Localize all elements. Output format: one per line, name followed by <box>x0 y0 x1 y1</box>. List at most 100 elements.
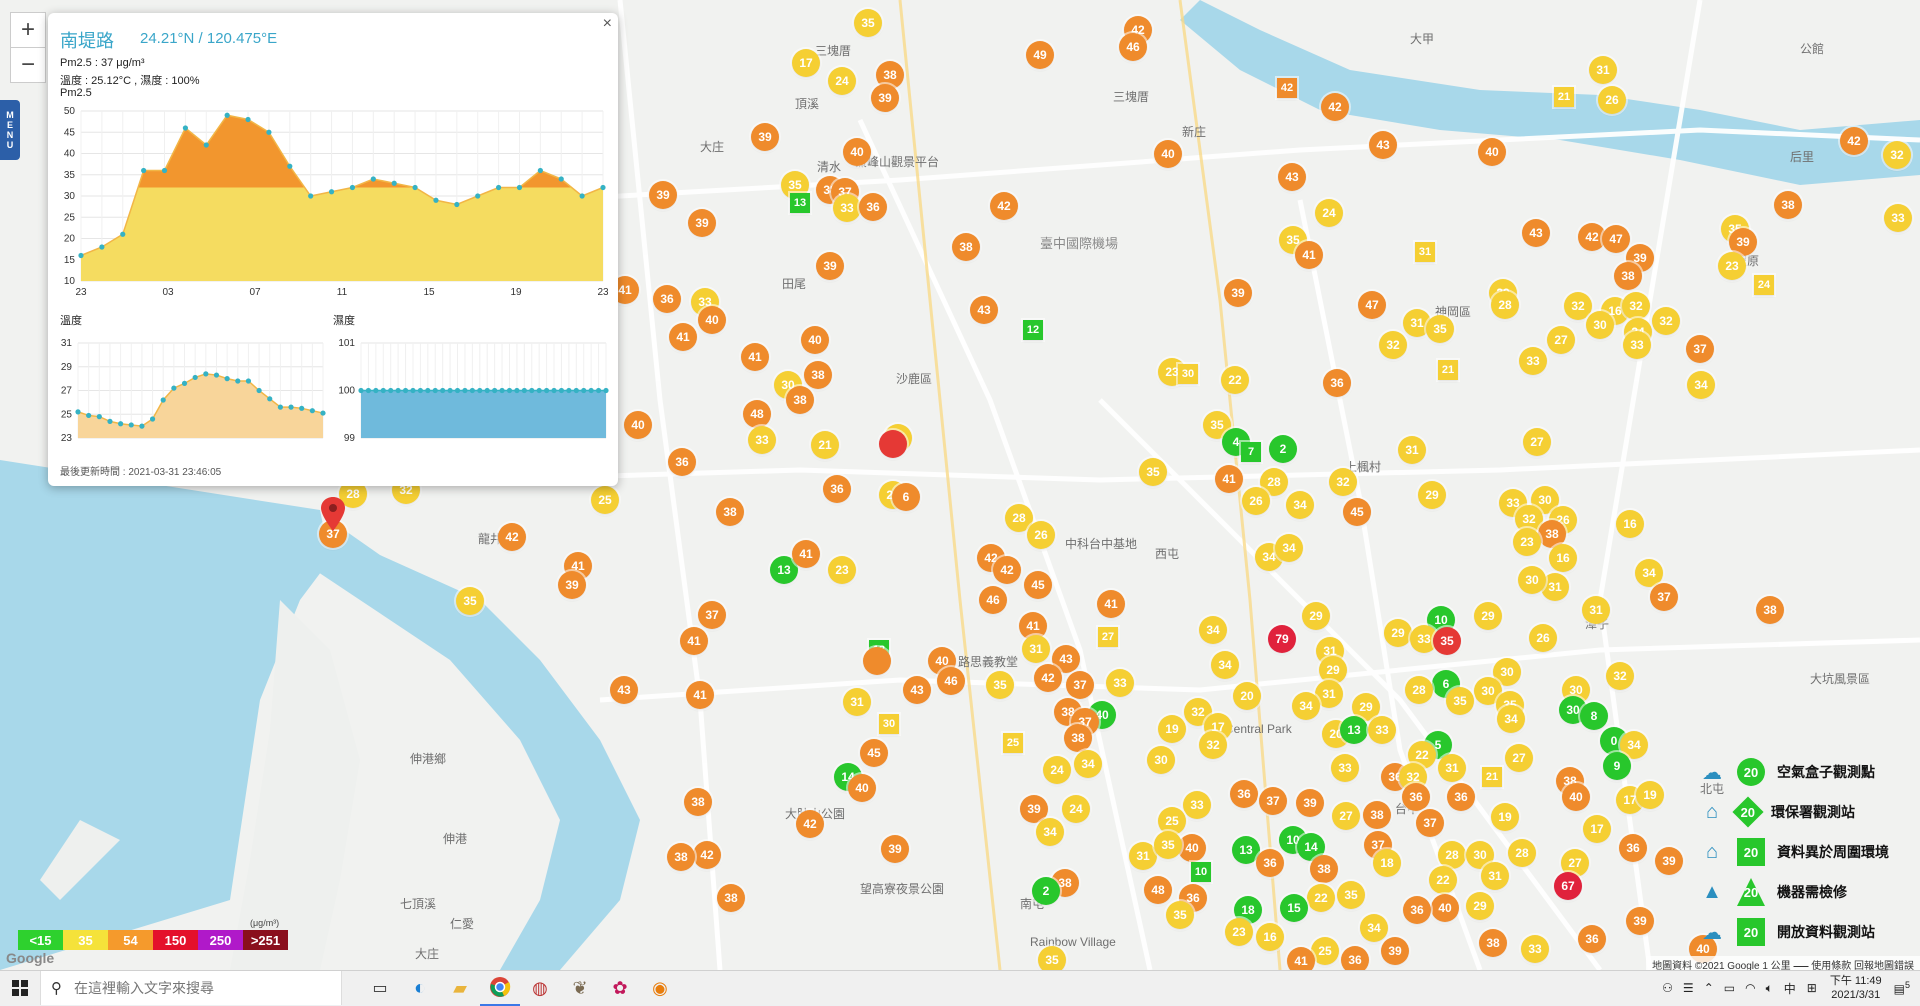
sensor-marker[interactable]: 42 <box>993 556 1021 584</box>
sensor-marker[interactable]: 30 <box>1178 364 1198 384</box>
sensor-marker[interactable]: 36 <box>1323 369 1351 397</box>
sensor-marker[interactable]: 31 <box>1129 842 1157 870</box>
sensor-marker[interactable]: 34 <box>1497 705 1525 733</box>
sensor-marker[interactable]: 38 <box>804 361 832 389</box>
sensor-marker[interactable]: 42 <box>1034 664 1062 692</box>
sensor-marker[interactable]: 25 <box>1311 937 1339 965</box>
windows-start-icon[interactable] <box>0 971 40 1005</box>
sensor-marker[interactable]: 37 <box>1650 583 1678 611</box>
sensor-marker[interactable]: 32 <box>1329 468 1357 496</box>
sensor-marker[interactable]: 28 <box>1438 841 1466 869</box>
sensor-marker[interactable]: 24 <box>1315 199 1343 227</box>
chrome-icon[interactable] <box>480 970 520 1006</box>
sensor-marker[interactable]: 33 <box>1623 331 1651 359</box>
sensor-marker[interactable]: 38 <box>786 386 814 414</box>
sensor-marker[interactable]: 45 <box>860 739 888 767</box>
sensor-marker[interactable]: 33 <box>1521 935 1549 963</box>
sensor-marker[interactable]: 34 <box>1211 651 1239 679</box>
gimp-icon[interactable]: ❦ <box>560 971 600 1005</box>
sensor-marker[interactable]: 36 <box>1341 946 1369 970</box>
sensor-marker[interactable]: 40 <box>624 411 652 439</box>
sensor-marker[interactable]: 46 <box>1119 33 1147 61</box>
sensor-marker[interactable]: 35 <box>1166 901 1194 929</box>
sensor-marker[interactable]: 39 <box>816 252 844 280</box>
sensor-marker[interactable]: 36 <box>653 285 681 313</box>
sensor-marker[interactable]: 48 <box>1144 876 1172 904</box>
sensor-marker[interactable]: 17 <box>1583 815 1611 843</box>
sensor-marker[interactable]: 13 <box>790 193 810 213</box>
sensor-marker[interactable]: 40 <box>1154 140 1182 168</box>
taskbar-clock[interactable]: 下午 11:49 2021/3/31 <box>1830 974 1882 1002</box>
sensor-marker[interactable]: 42 <box>796 810 824 838</box>
sensor-marker[interactable]: 67 <box>1554 872 1582 900</box>
sensor-marker[interactable]: 35 <box>1426 315 1454 343</box>
edge-icon[interactable]: ◐ <box>400 971 440 1005</box>
sensor-marker[interactable]: 41 <box>686 681 714 709</box>
close-icon[interactable]: × <box>603 15 612 33</box>
sensor-marker[interactable] <box>863 647 891 675</box>
sensor-marker[interactable]: 38 <box>1479 929 1507 957</box>
sensor-marker[interactable]: 36 <box>1578 925 1606 953</box>
sensor-marker[interactable]: 35 <box>1139 458 1167 486</box>
sensor-marker[interactable]: 26 <box>1242 487 1270 515</box>
sensor-marker[interactable]: 38 <box>717 884 745 912</box>
map-canvas[interactable]: 三塊厝頂溪大庄清水鰲峰山觀景平台田尾新庄三塊厝大甲臺中國際機場沙鹿區大肚區龍井伸… <box>0 0 1920 970</box>
sensor-marker[interactable]: 40 <box>1562 783 1590 811</box>
sensor-marker[interactable]: 31 <box>1589 56 1617 84</box>
sensor-marker[interactable]: 39 <box>871 84 899 112</box>
sensor-marker[interactable]: 43 <box>970 296 998 324</box>
sensor-marker[interactable]: 35 <box>1337 881 1365 909</box>
sensor-marker[interactable]: 40 <box>1478 138 1506 166</box>
sensor-marker[interactable]: 45 <box>1024 571 1052 599</box>
sensor-marker[interactable]: 38 <box>1363 801 1391 829</box>
sensor-marker[interactable]: 36 <box>1402 783 1430 811</box>
sensor-marker[interactable]: 42 <box>1840 127 1868 155</box>
sensor-marker[interactable]: 34 <box>1286 491 1314 519</box>
sensor-marker[interactable]: 17 <box>792 49 820 77</box>
sensor-marker[interactable]: 26 <box>1529 624 1557 652</box>
menu-tab[interactable]: M E N U <box>0 100 20 160</box>
sensor-marker[interactable]: 21 <box>1482 767 1502 787</box>
notification-icon[interactable]: ▤5 <box>1894 980 1910 996</box>
sensor-marker[interactable]: 24 <box>828 67 856 95</box>
sensor-marker[interactable]: 27 <box>1547 326 1575 354</box>
sensor-marker[interactable]: 38 <box>1310 855 1338 883</box>
sensor-marker[interactable]: 31 <box>1481 862 1509 890</box>
sensor-marker[interactable]: 39 <box>1381 937 1409 965</box>
sensor-marker[interactable] <box>879 430 907 458</box>
sensor-marker[interactable]: 46 <box>979 586 1007 614</box>
sensor-marker[interactable]: 79 <box>1268 625 1296 653</box>
sensor-marker[interactable]: 38 <box>1774 191 1802 219</box>
sensor-marker[interactable]: 38 <box>684 788 712 816</box>
sensor-marker[interactable]: 49 <box>1026 41 1054 69</box>
sensor-marker[interactable]: 21 <box>1554 87 1574 107</box>
sensor-marker[interactable]: 43 <box>1522 219 1550 247</box>
sensor-marker[interactable]: 16 <box>1256 923 1284 951</box>
sensor-marker[interactable]: 29 <box>1384 619 1412 647</box>
sensor-marker[interactable]: 33 <box>1183 791 1211 819</box>
sensor-marker[interactable]: 37 <box>1686 335 1714 363</box>
sensor-marker[interactable]: 43 <box>1369 131 1397 159</box>
sensor-marker[interactable]: 2 <box>1032 877 1060 905</box>
sensor-marker[interactable]: 43 <box>1278 163 1306 191</box>
sensor-marker[interactable]: 46 <box>937 667 965 695</box>
sensor-marker[interactable]: 16 <box>1549 544 1577 572</box>
network-icon[interactable]: ☰ <box>1683 981 1694 995</box>
wifi-icon[interactable]: ◠ <box>1745 981 1755 995</box>
sensor-marker[interactable]: 32 <box>1622 292 1650 320</box>
sensor-marker[interactable]: 10 <box>1191 862 1211 882</box>
map-attribution[interactable]: 地圖資料 ©2021 Google 1 公里 ⎯⎯⎯ 使用條款 回報地圖錯誤 <box>1646 956 1920 970</box>
sensor-marker[interactable]: 19 <box>1491 803 1519 831</box>
sensor-marker[interactable]: 42 <box>1277 78 1297 98</box>
sensor-marker[interactable]: 28 <box>1491 291 1519 319</box>
sensor-marker[interactable]: 31 <box>1582 596 1610 624</box>
people-icon[interactable]: ⚇ <box>1662 981 1673 995</box>
sensor-marker[interactable]: 22 <box>1307 884 1335 912</box>
sensor-marker[interactable]: 23 <box>1225 918 1253 946</box>
sensor-marker[interactable]: 39 <box>649 181 677 209</box>
sensor-marker[interactable]: 31 <box>1415 242 1435 262</box>
sensor-marker[interactable]: 38 <box>716 498 744 526</box>
sensor-marker[interactable]: 26 <box>1027 521 1055 549</box>
sensor-marker[interactable]: 37 <box>1416 809 1444 837</box>
sensor-marker[interactable]: 36 <box>1230 780 1258 808</box>
